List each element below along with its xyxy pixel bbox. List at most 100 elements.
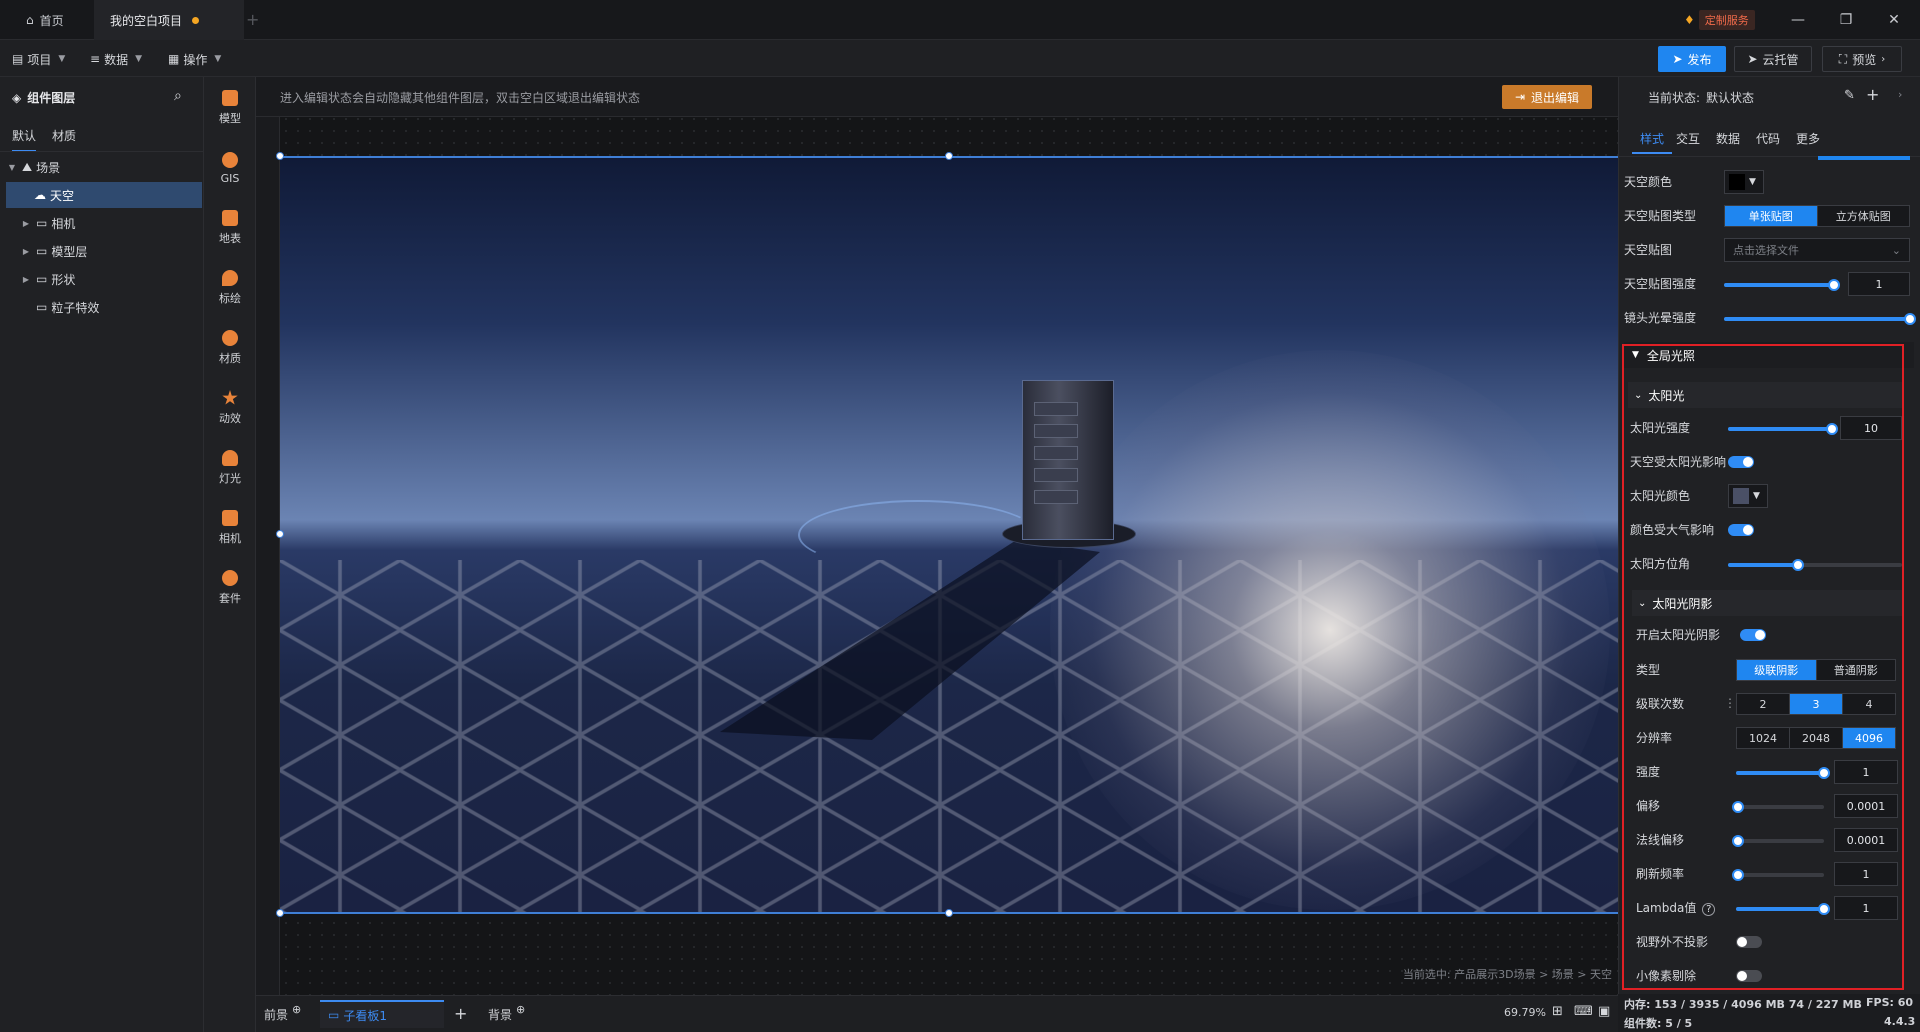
menu-operate-label: 操作 [183,52,208,67]
memory-status: 内存: 153 / 3935 / 4096 MB 74 / 227 MB [1624,998,1862,1011]
search-icon[interactable]: ⌕ [174,88,182,104]
custom-service-button[interactable]: ♦ 定制服务 [1684,9,1755,31]
terminal-icon[interactable]: ▣ [1598,1004,1610,1019]
tree-label: 形状 [51,272,76,287]
preview-button[interactable]: ⛶ 预览 › [1822,46,1902,72]
tool-label: 动效 [219,412,241,425]
left-tab-material[interactable]: 材质 [52,127,76,144]
lens-flare-label: 镜头光晕强度 [1624,311,1697,325]
tool-animation[interactable]: 动效 [204,384,256,432]
sky-map-intensity-slider[interactable] [1724,283,1832,287]
zoom-level[interactable]: 69.79% [1504,1006,1546,1019]
tool-material[interactable]: 材质 [204,324,256,372]
tab-style[interactable]: 样式 [1640,130,1664,147]
sky-map-intensity-input[interactable]: 1 [1848,272,1910,296]
fullscreen-icon: ⛶ [1838,51,1848,66]
tool-model[interactable]: 模型 [204,84,256,132]
restore-icon[interactable]: ❐ [1834,8,1858,32]
tool-label: 套件 [219,592,241,605]
tree-item-scene[interactable]: ▼ ⛰ 场景 [6,154,202,180]
ruler-left [256,117,280,995]
custom-service-label: 定制服务 [1698,10,1755,30]
tab-code[interactable]: 代码 [1756,130,1780,147]
title-bar [0,0,1920,40]
divider [0,151,204,152]
tool-gis[interactable]: GIS [204,144,256,192]
new-tab-plus-icon[interactable]: + [246,10,259,29]
tool-terrain[interactable]: 地表 [204,204,256,252]
state-indicator: 当前状态: 默认状态 [1648,89,1754,106]
tree-item-particles[interactable]: ▭ 粒子特效 [6,294,202,320]
tool-label: 地表 [219,232,241,245]
menu-operate[interactable]: ▦ 操作 ▼ [168,48,221,70]
edit-mode-banner: 进入编辑状态会自动隐藏其他组件图层，双击空白区域退出编辑状态 [280,90,641,105]
slider-knob[interactable] [1904,313,1916,325]
tab-interaction[interactable]: 交互 [1676,130,1700,147]
lightbulb-icon [222,450,238,466]
slider-knob[interactable] [1828,279,1840,291]
resize-handle-bottom-left[interactable] [276,909,284,917]
exit-edit-label: 退出编辑 [1531,90,1580,105]
left-tab-default[interactable]: 默认 [12,127,37,152]
minimize-icon[interactable]: — [1786,8,1810,32]
tool-light[interactable]: 灯光 [204,444,256,492]
tab-data[interactable]: 数据 [1716,130,1740,147]
gear-icon [222,570,238,586]
tree-label: 模型层 [51,244,88,259]
send-icon: ➤ [1747,52,1758,66]
publish-button[interactable]: ➤ 发布 [1658,46,1726,72]
tree-item-sky[interactable]: ☁ 天空 [6,182,202,208]
lens-flare-slider[interactable] [1724,317,1910,321]
sky-map-type-selector[interactable]: 单张贴图 立方体贴图 [1724,205,1910,227]
sky-map-file-select[interactable]: 点击选择文件 ⌄ [1724,238,1910,262]
selection-breadcrumb: 当前选中: 产品展示3D场景 > 场景 > 天空 [1402,968,1612,981]
tree-label: 粒子特效 [51,300,100,315]
chevron-down-icon: ▼ [8,162,16,172]
tab-more[interactable]: 更多 [1796,130,1820,147]
close-icon[interactable]: ✕ [1882,8,1906,32]
chevron-right-icon[interactable]: › [1898,88,1902,101]
edit-icon[interactable]: ✎ [1844,88,1855,103]
tab-subboard[interactable]: ▭ 子看板1 [320,1000,444,1028]
diamond-icon: ♦ [1684,13,1695,27]
tab-project[interactable]: 我的空白项目 [94,0,244,40]
folder-icon: ▭ [36,216,48,230]
resize-handle-top[interactable] [945,152,953,160]
fit-screen-icon[interactable]: ⊞ [1552,1004,1563,1019]
cloud-sun-icon: ☁ [34,188,46,202]
sky-color-picker[interactable]: ▼ [1724,170,1764,194]
exit-icon: ⇥ [1514,90,1526,104]
resize-handle-bottom[interactable] [945,909,953,917]
sky-color-swatch [1729,174,1745,190]
database-icon: ≡ [90,52,101,66]
tree-item-shape[interactable]: ▶ ▭ 形状 [6,266,202,292]
segmented-remnant [1818,156,1910,160]
resize-handle-top-left[interactable] [276,152,284,160]
tower-slot [1034,468,1078,482]
add-circle-icon[interactable]: ⊕ [292,1003,301,1016]
add-circle-icon[interactable]: ⊕ [516,1003,525,1016]
keyboard-icon[interactable]: ⌨ [1574,1004,1593,1019]
cloud-host-label: 云托管 [1762,52,1799,67]
tab-foreground[interactable]: 前景 ⊕ [264,1000,301,1028]
tab-home[interactable]: ⌂ 首页 [10,0,86,40]
tab-background[interactable]: 背景 ⊕ [488,1000,525,1028]
resize-handle-left[interactable] [276,530,284,538]
option-single-map[interactable]: 单张贴图 [1725,206,1818,226]
menu-data[interactable]: ≡ 数据 ▼ [90,48,142,70]
tool-plot[interactable]: 标绘 [204,264,256,312]
tree-item-camera[interactable]: ▶ ▭ 相机 [6,210,202,236]
option-cube-map[interactable]: 立方体贴图 [1818,206,1910,226]
tower-slot [1034,402,1078,416]
add-board-icon[interactable]: + [454,1004,467,1023]
tool-camera[interactable]: 相机 [204,504,256,552]
exit-edit-button[interactable]: ⇥ 退出编辑 [1502,85,1592,109]
add-icon[interactable]: + [1866,85,1879,104]
tree-label: 天空 [50,188,75,203]
tool-label: GIS [220,171,240,185]
tool-kit[interactable]: 套件 [204,564,256,612]
sky-map-label: 天空贴图 [1624,243,1673,257]
cloud-host-button[interactable]: ➤ 云托管 [1734,46,1812,72]
menu-project[interactable]: ▤ 项目 ▼ [12,48,65,70]
tree-item-model-layer[interactable]: ▶ ▭ 模型层 [6,238,202,264]
